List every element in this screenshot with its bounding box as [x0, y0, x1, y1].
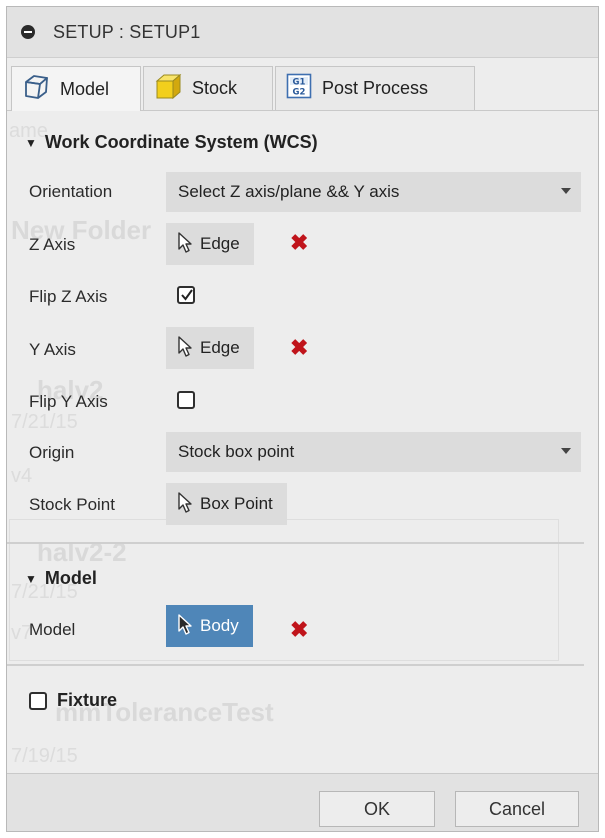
- flip-z-axis-checkbox[interactable]: [177, 286, 195, 304]
- cursor-arrow-icon: [176, 231, 194, 258]
- cancel-button[interactable]: Cancel: [455, 791, 579, 827]
- origin-dropdown[interactable]: Stock box point: [166, 432, 581, 472]
- cursor-arrow-icon: [176, 491, 194, 518]
- model-section-header[interactable]: ▼ Model: [25, 568, 97, 589]
- flip-z-axis-label: Flip Z Axis: [29, 287, 108, 306]
- model-cube-icon: [22, 73, 50, 106]
- tab-label: Post Process: [322, 78, 429, 98]
- section-divider: [7, 664, 584, 666]
- model-label: Model: [29, 620, 76, 639]
- svg-text:G2: G2: [293, 88, 306, 98]
- y-axis-select-button[interactable]: Edge: [166, 327, 254, 369]
- stock-box-icon: [154, 72, 182, 105]
- wcs-section-header[interactable]: ▼ Work Coordinate System (WCS): [25, 132, 318, 153]
- z-axis-select-label: Edge: [200, 234, 240, 253]
- dialog-title: SETUP : SETUP1: [53, 22, 201, 42]
- setup-dialog: ame New Folder halv2 7/21/15 v4 halv2-2 …: [6, 6, 599, 832]
- chevron-down-icon: [561, 448, 571, 454]
- cursor-arrow-icon: [176, 335, 194, 362]
- tab-label: Model: [60, 78, 110, 99]
- orientation-label: Orientation: [29, 182, 113, 201]
- g1g2-icon: G1 G2: [286, 73, 312, 104]
- tab-stock[interactable]: Stock: [143, 66, 273, 110]
- wcs-header-label: Work Coordinate System (WCS): [44, 132, 318, 152]
- tab-post-process[interactable]: G1 G2 Post Process: [275, 66, 475, 110]
- svg-text:G1: G1: [293, 78, 306, 88]
- cursor-arrow-icon: [176, 613, 194, 640]
- orientation-value: Select Z axis/plane && Y axis: [178, 182, 400, 201]
- model-header-label: Model: [44, 568, 97, 588]
- y-axis-select-label: Edge: [200, 338, 240, 357]
- tab-bar: Model Stock G1 G2 Post Process: [7, 58, 598, 111]
- ghost-text: 7/19/15: [11, 745, 78, 767]
- origin-label: Origin: [29, 443, 75, 462]
- remove-model-icon[interactable]: ✖: [290, 617, 308, 643]
- collapse-icon[interactable]: [21, 25, 35, 39]
- ok-button[interactable]: OK: [319, 791, 435, 827]
- orientation-dropdown[interactable]: Select Z axis/plane && Y axis: [166, 172, 581, 212]
- z-axis-label: Z Axis: [29, 235, 76, 254]
- triangle-down-icon: ▼: [25, 571, 37, 586]
- ghost-text: 7/21/15: [11, 411, 78, 433]
- dialog-footer: OK Cancel: [7, 773, 598, 831]
- y-axis-label: Y Axis: [29, 340, 76, 359]
- model-select-label: Body: [200, 616, 239, 635]
- tab-label: Stock: [192, 78, 238, 98]
- flip-y-axis-checkbox[interactable]: [177, 391, 195, 409]
- fixture-checkbox[interactable]: [29, 691, 47, 710]
- section-divider: [7, 542, 584, 544]
- chevron-down-icon: [561, 188, 571, 194]
- fixture-row[interactable]: Fixture: [29, 690, 117, 711]
- z-axis-select-button[interactable]: Edge: [166, 223, 254, 265]
- triangle-down-icon: ▼: [25, 135, 37, 150]
- flip-y-axis-label: Flip Y Axis: [29, 392, 108, 411]
- model-select-button[interactable]: Body: [166, 605, 253, 647]
- tab-model[interactable]: Model: [11, 66, 141, 111]
- title-bar: SETUP : SETUP1: [7, 7, 598, 58]
- stock-point-select-label: Box Point: [200, 494, 273, 513]
- remove-z-axis-icon[interactable]: ✖: [290, 230, 308, 256]
- remove-y-axis-icon[interactable]: ✖: [290, 335, 308, 361]
- fixture-label: Fixture: [57, 690, 118, 710]
- ghost-text: v4: [11, 465, 33, 487]
- stock-point-label: Stock Point: [29, 495, 115, 514]
- origin-value: Stock box point: [178, 442, 295, 461]
- stock-point-select-button[interactable]: Box Point: [166, 483, 287, 525]
- ghost-box: [9, 519, 559, 661]
